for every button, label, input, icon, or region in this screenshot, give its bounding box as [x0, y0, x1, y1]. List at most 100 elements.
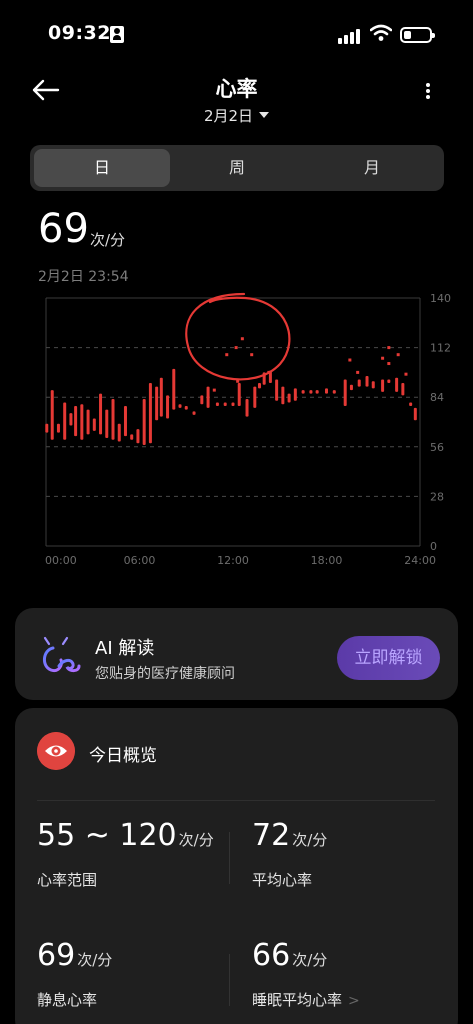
signal-icon [338, 28, 362, 44]
eye-icon [37, 732, 75, 770]
heart-rate-range-label: 心率范围 [37, 871, 98, 889]
sleep-heart-rate-label[interactable]: 睡眠平均心率 > [252, 989, 360, 1010]
current-heart-rate: 69 [38, 206, 89, 252]
heart-rate-bar [45, 423, 49, 433]
heart-rate-bar [237, 383, 241, 407]
heart-rate-point [212, 388, 216, 392]
heart-rate-bar [130, 434, 134, 440]
heart-rate-bar [56, 423, 60, 433]
heart-rate-bar [92, 418, 96, 431]
red-circle-annotation [185, 292, 291, 381]
heart-rate-point [396, 353, 400, 357]
y-tick-label: 28 [430, 490, 444, 503]
heart-rate-bar [223, 402, 227, 407]
heart-rate-point [250, 353, 254, 357]
heart-rate-bar [381, 379, 385, 392]
y-tick-label: 84 [430, 391, 444, 404]
heart-rate-bar [192, 411, 196, 415]
heart-rate-point [381, 356, 385, 360]
heart-rate-bar [257, 383, 261, 389]
heart-rate-bar [357, 379, 361, 387]
heart-rate-bar [142, 398, 146, 446]
heart-rate-bar [281, 386, 285, 405]
tab-week[interactable]: 周 [169, 149, 305, 187]
y-tick-label: 0 [430, 540, 437, 553]
heart-rate-bar [309, 390, 313, 394]
heart-rate-point [387, 362, 391, 366]
heart-rate-point [356, 370, 360, 374]
heart-rate-bar [155, 386, 159, 421]
today-overview-card: 今日概览 55 ~ 120 次/分 心率范围 72 次/分 平均心率 69 次/分 静… [15, 708, 458, 1024]
divider [37, 800, 435, 801]
heart-rate-bar [80, 404, 84, 440]
heart-rate-bar [365, 375, 369, 387]
heart-rate-bar [74, 406, 78, 437]
period-tabs: 日 周 月 [30, 145, 444, 191]
heart-rate-bar [253, 386, 257, 408]
heart-rate-bar [99, 393, 103, 435]
ai-title: AI 解读 [95, 638, 155, 659]
heart-rate-bar [401, 383, 405, 396]
y-tick-label: 140 [430, 292, 451, 305]
heart-rate-bar [215, 402, 219, 407]
x-tick-label: 24:00 [404, 554, 436, 567]
resting-heart-rate-value: 69 次/分 [37, 938, 113, 973]
heart-rate-bar [69, 413, 73, 426]
page-title: 心率 [215, 77, 258, 101]
heart-rate-bar [413, 407, 417, 421]
unlock-button[interactable]: 立即解锁 [337, 636, 440, 680]
status-bar: 09:32 [0, 0, 473, 64]
heart-rate-bar [332, 390, 336, 394]
heart-rate-bar [136, 429, 140, 444]
x-tick-label: 12:00 [217, 554, 249, 567]
heart-rate-bar [349, 384, 353, 391]
heart-rate-bar [111, 398, 115, 440]
heart-rate-bar [293, 388, 297, 401]
heart-rate-bar [200, 395, 204, 405]
average-heart-rate-value: 72 次/分 [252, 818, 328, 853]
status-time: 09:32 [48, 22, 111, 44]
heart-rate-point [387, 346, 391, 350]
heart-rate-bar [287, 393, 291, 403]
column-divider [229, 954, 230, 1006]
heart-rate-chart[interactable]: 140 112 84 56 28 0 00:00 06:00 12:00 18:00 24:00 [0, 286, 473, 576]
ai-assistant-icon [43, 636, 81, 673]
heart-rate-bar [178, 404, 182, 408]
heart-rate-bar [117, 423, 121, 442]
heart-rate-bar [159, 377, 163, 417]
heart-rate-bar [123, 406, 127, 437]
chevron-right-icon: > [348, 993, 360, 1009]
heart-rate-bar [206, 386, 210, 408]
x-tick-label: 06:00 [124, 554, 156, 567]
heart-rate-bar [231, 402, 235, 407]
date-selector[interactable]: 2月2日 [0, 105, 473, 126]
current-heart-rate-unit: 次/分 [90, 231, 126, 249]
heart-rate-bar [371, 381, 375, 389]
caret-down-icon [259, 112, 270, 118]
heart-rate-bar [315, 390, 319, 394]
heart-rate-bar [184, 406, 188, 410]
tab-day[interactable]: 日 [34, 149, 170, 187]
heart-rate-bar [148, 383, 152, 444]
column-divider [229, 832, 230, 884]
wifi-icon [370, 24, 392, 41]
overview-title: 今日概览 [89, 746, 157, 766]
tab-month[interactable]: 月 [304, 149, 440, 187]
x-tick-label: 18:00 [311, 554, 343, 567]
average-heart-rate-label: 平均心率 [252, 871, 313, 889]
y-tick-label: 112 [430, 342, 451, 355]
heart-rate-point [240, 337, 244, 341]
heart-rate-bar [409, 402, 413, 407]
more-options-icon[interactable] [418, 78, 438, 104]
heart-rate-bar [275, 379, 279, 401]
nav-header: 心率 2月2日 [0, 64, 473, 134]
current-timestamp: 2月2日 23:54 [38, 269, 129, 285]
heart-rate-bar [343, 379, 347, 407]
heart-rate-bar [387, 379, 391, 384]
heart-rate-point [234, 346, 238, 350]
x-tick-label: 00:00 [45, 554, 77, 567]
resting-heart-rate-label: 静息心率 [37, 991, 98, 1009]
contact-card-icon [110, 26, 124, 43]
ai-insight-card[interactable]: AI 解读 您贴身的医疗健康顾问 立即解锁 [15, 608, 458, 700]
heart-rate-bar [86, 409, 90, 435]
